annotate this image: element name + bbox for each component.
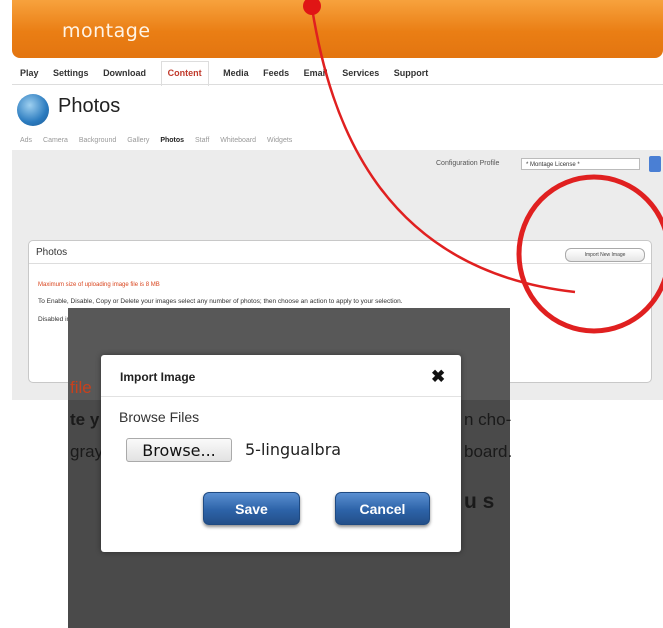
import-image-dialog: Import Image ✖ Browse Files Browse... 5-… — [101, 355, 461, 552]
content-subtabs: Ads Camera Background Gallery Photos Sta… — [20, 137, 301, 144]
save-button[interactable]: Save — [203, 492, 300, 525]
panel-title: Photos — [36, 247, 68, 258]
panel-divider — [29, 263, 651, 264]
nav-item-services[interactable]: Services — [342, 68, 379, 78]
nav-item-download[interactable]: Download — [103, 68, 146, 78]
app-header: montage — [12, 0, 663, 58]
nav-item-content[interactable]: Content — [160, 61, 209, 86]
import-new-image-button[interactable]: Import New Image — [565, 248, 645, 262]
nav-item-settings[interactable]: Settings — [53, 68, 89, 78]
subtab-background[interactable]: Background — [79, 137, 116, 144]
bg-text-gray: gray — [70, 442, 104, 461]
selected-file-name: 5-lingualbraces1-150: — [245, 440, 341, 459]
bg-text-board: board. — [464, 442, 513, 461]
subtab-staff[interactable]: Staff — [195, 137, 209, 144]
page-title: Photos — [58, 95, 121, 117]
browse-button[interactable]: Browse... — [126, 438, 232, 462]
bg-text-chose: n cho- — [464, 410, 512, 429]
nav-divider — [12, 84, 663, 85]
config-profile-dropdown-button[interactable] — [649, 156, 661, 172]
subtab-ads[interactable]: Ads — [20, 137, 32, 144]
browse-files-label: Browse Files — [119, 409, 200, 425]
nav-item-support[interactable]: Support — [394, 68, 429, 78]
nav-item-play[interactable]: Play — [20, 68, 39, 78]
dialog-divider — [101, 396, 461, 397]
subtab-gallery[interactable]: Gallery — [127, 137, 149, 144]
bg-text-file: file — [70, 378, 92, 397]
cancel-button[interactable]: Cancel — [335, 492, 430, 525]
dialog-title: Import Image — [120, 370, 196, 384]
close-icon[interactable]: ✖ — [431, 368, 445, 385]
bg-text-u-s: u s — [464, 490, 495, 513]
subtab-whiteboard[interactable]: Whiteboard — [220, 137, 256, 144]
subtab-photos[interactable]: Photos — [160, 137, 184, 144]
subtab-widgets[interactable]: Widgets — [267, 137, 292, 144]
subtab-camera[interactable]: Camera — [43, 137, 68, 144]
main-nav: Play Settings Download Content Media Fee… — [20, 61, 440, 86]
photos-globe-icon — [17, 94, 49, 126]
montage-logo[interactable]: montage — [62, 20, 151, 42]
config-profile-select[interactable]: * Montage License * — [521, 158, 640, 170]
config-profile-label: Configuration Profile — [436, 160, 500, 167]
nav-item-feeds[interactable]: Feeds — [263, 68, 289, 78]
nav-item-email[interactable]: Email — [304, 68, 328, 78]
nav-item-media[interactable]: Media — [223, 68, 249, 78]
bg-text-te-you: te y — [70, 410, 100, 429]
upload-size-warning: Maximum size of uploading image file is … — [38, 282, 160, 288]
panel-info-enable: To Enable, Disable, Copy or Delete your … — [38, 298, 403, 305]
